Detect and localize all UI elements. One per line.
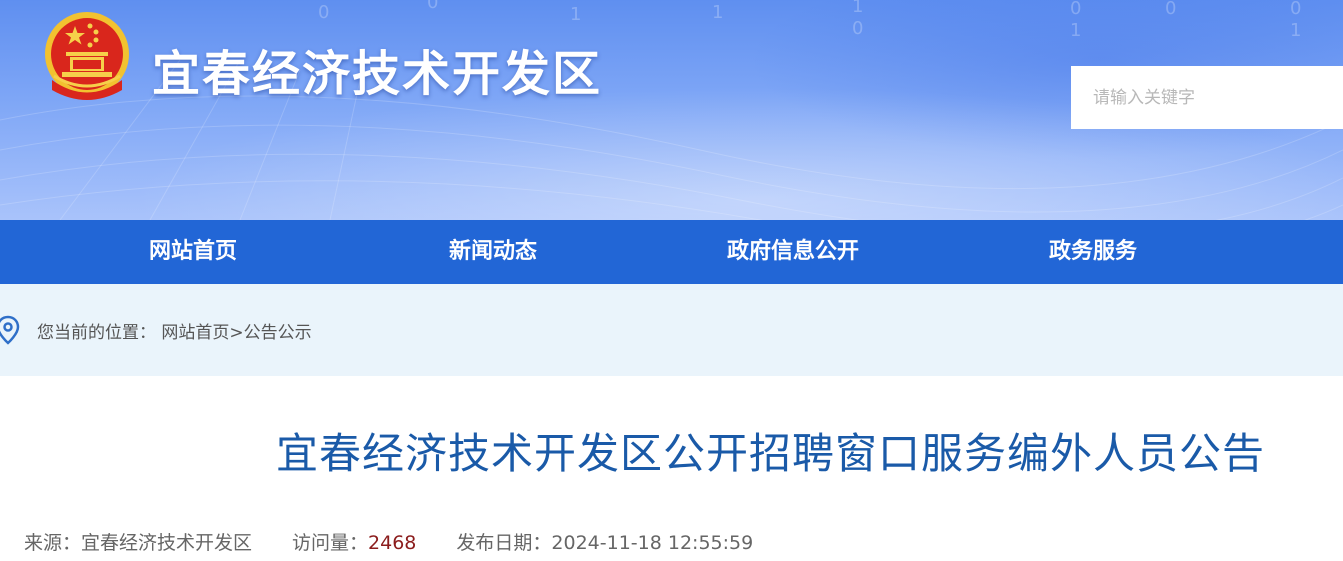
visits-label: 访问量： xyxy=(292,532,369,554)
svg-text:0: 0 xyxy=(427,0,438,13)
nav-item-gov-info[interactable]: 政府信息公开 xyxy=(663,220,923,284)
svg-text:1: 1 xyxy=(852,0,863,17)
search-input[interactable] xyxy=(1071,66,1343,129)
svg-text:1: 1 xyxy=(1070,20,1081,41)
svg-text:0: 0 xyxy=(1290,0,1301,19)
svg-text:1: 1 xyxy=(712,2,723,23)
nav-item-services[interactable]: 政务服务 xyxy=(963,220,1223,284)
svg-text:0: 0 xyxy=(318,2,329,23)
svg-text:0: 0 xyxy=(1165,0,1176,19)
source-label: 来源： xyxy=(24,532,82,554)
breadcrumb-current-link[interactable]: 公告公示 xyxy=(244,323,312,343)
breadcrumb-bar: 您当前的位置： 网站首页>公告公示 xyxy=(0,284,1343,376)
date-label: 发布日期： xyxy=(456,532,552,554)
svg-text:1: 1 xyxy=(1290,20,1301,41)
location-pin-icon xyxy=(0,315,20,345)
svg-text:1: 1 xyxy=(570,4,581,25)
breadcrumb-home-link[interactable]: 网站首页 xyxy=(161,323,229,343)
visits-count: 2468 xyxy=(368,532,417,554)
main-nav: 网站首页 新闻动态 政府信息公开 政务服务 xyxy=(0,220,1343,284)
breadcrumb: 您当前的位置： 网站首页>公告公示 xyxy=(37,318,312,343)
site-title: 宜春经济技术开发区 xyxy=(152,46,603,102)
svg-text:0: 0 xyxy=(852,18,863,39)
header-banner: 001 110 010 01 宜春经济技术开发区 xyxy=(0,0,1343,220)
article-meta: 来源：宜春经济技术开发区 访问量：2468 发布日期：2024-11-18 12:5… xyxy=(24,528,753,555)
nav-item-news[interactable]: 新闻动态 xyxy=(363,220,623,284)
nav-item-home[interactable]: 网站首页 xyxy=(63,220,323,284)
publish-date: 2024-11-18 12:55:59 xyxy=(551,532,754,554)
source-value: 宜春经济技术开发区 xyxy=(81,532,253,554)
breadcrumb-prefix: 您当前的位置： xyxy=(37,323,156,343)
breadcrumb-separator: > xyxy=(229,323,244,343)
svg-text:0: 0 xyxy=(1070,0,1081,19)
national-emblem-icon xyxy=(45,12,129,100)
article-title: 宜春经济技术开发区公开招聘窗口服务编外人员公告 xyxy=(276,429,1266,478)
